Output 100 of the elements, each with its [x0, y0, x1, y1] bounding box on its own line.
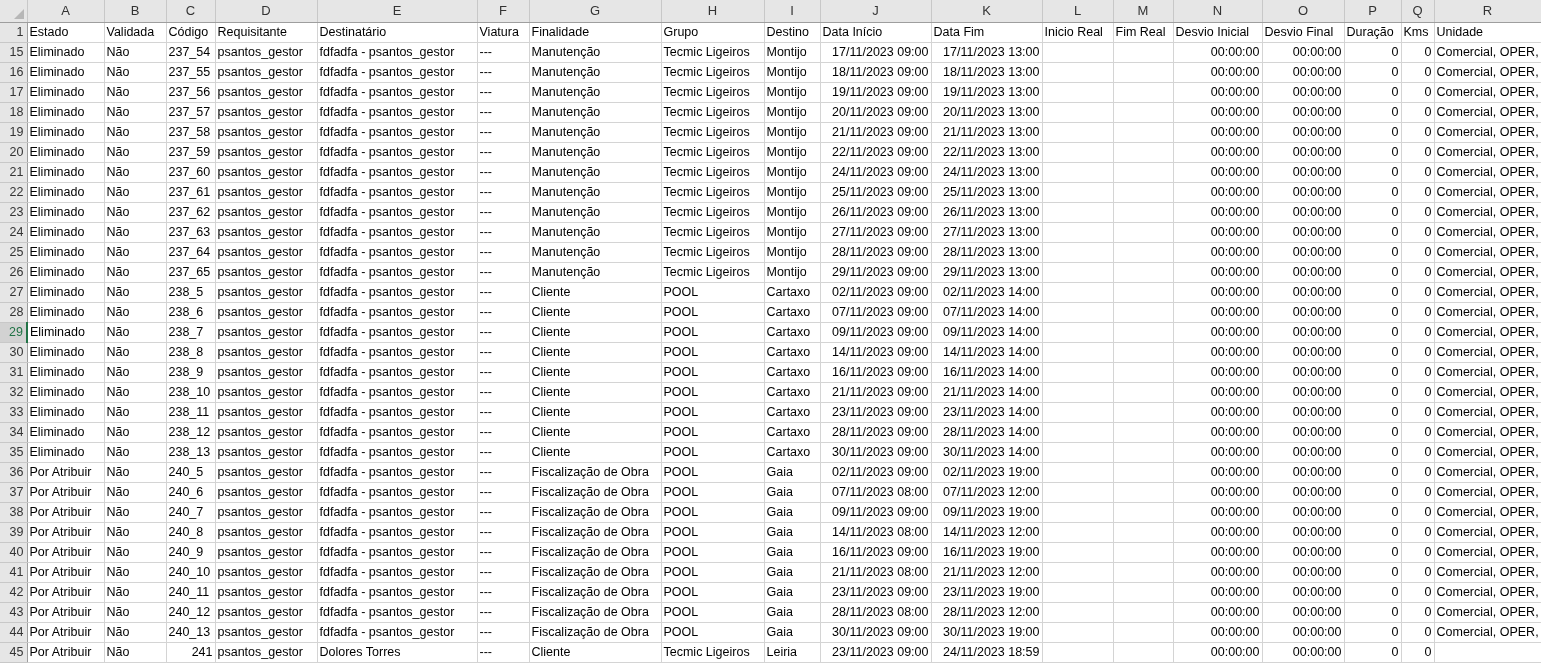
- column-header[interactable]: Q: [1401, 0, 1434, 22]
- table-cell[interactable]: psantos_gestor: [217, 205, 303, 219]
- table-cell[interactable]: 00:00:00: [1292, 145, 1342, 159]
- table-cell[interactable]: Não: [106, 605, 130, 619]
- table-cell[interactable]: 00:00:00: [1210, 445, 1260, 459]
- table-cell[interactable]: 00:00:00: [1210, 205, 1260, 219]
- table-cell[interactable]: fdfadfa - psantos_gestor: [319, 105, 455, 119]
- table-cell[interactable]: 00:00:00: [1292, 485, 1342, 499]
- table-cell[interactable]: 00:00:00: [1292, 125, 1342, 139]
- table-cell[interactable]: Cliente: [531, 365, 571, 379]
- table-cell[interactable]: 18/11/2023 09:00: [832, 65, 929, 79]
- column-header[interactable]: H: [661, 0, 764, 22]
- table-cell[interactable]: 0: [1424, 405, 1432, 419]
- table-cell[interactable]: 00:00:00: [1210, 285, 1260, 299]
- table-cell[interactable]: Tecmic Ligeiros: [663, 225, 750, 239]
- table-cell[interactable]: Tecmic Ligeiros: [663, 125, 750, 139]
- column-header[interactable]: E: [317, 0, 477, 22]
- table-cell[interactable]: Manutenção: [531, 225, 601, 239]
- column-title[interactable]: Desvio Inicial: [1175, 25, 1250, 39]
- table-cell[interactable]: 23/11/2023 14:00: [943, 405, 1040, 419]
- table-cell[interactable]: Não: [106, 305, 130, 319]
- table-cell[interactable]: 19/11/2023 13:00: [943, 85, 1040, 99]
- row-header[interactable]: 1: [0, 22, 27, 42]
- table-cell[interactable]: 0: [1424, 85, 1432, 99]
- table-cell[interactable]: 0: [1391, 545, 1399, 559]
- row-header[interactable]: 15: [0, 42, 27, 62]
- table-cell[interactable]: 00:00:00: [1292, 85, 1342, 99]
- row-header[interactable]: 36: [0, 462, 27, 482]
- table-cell[interactable]: Não: [106, 225, 130, 239]
- table-cell[interactable]: 23/11/2023 19:00: [943, 585, 1040, 599]
- table-cell[interactable]: Gaia: [766, 485, 793, 499]
- table-cell[interactable]: 0: [1424, 225, 1432, 239]
- table-cell[interactable]: 28/11/2023 09:00: [832, 425, 929, 439]
- table-cell[interactable]: psantos_gestor: [217, 625, 303, 639]
- table-cell[interactable]: 0: [1391, 245, 1399, 259]
- table-cell[interactable]: Gaia: [766, 605, 793, 619]
- table-cell[interactable]: Gaia: [766, 565, 793, 579]
- table-cell[interactable]: 28/11/2023 14:00: [943, 425, 1040, 439]
- table-cell[interactable]: psantos_gestor: [217, 565, 303, 579]
- table-cell[interactable]: Comercial, OPER,: [1436, 325, 1539, 339]
- table-cell[interactable]: ---: [479, 325, 492, 339]
- table-cell[interactable]: 0: [1391, 65, 1399, 79]
- table-cell[interactable]: fdfadfa - psantos_gestor: [319, 245, 455, 259]
- table-cell[interactable]: 0: [1424, 65, 1432, 79]
- table-cell[interactable]: 00:00:00: [1210, 325, 1260, 339]
- table-cell[interactable]: psantos_gestor: [217, 365, 303, 379]
- table-cell[interactable]: Por Atribuir: [29, 645, 92, 659]
- table-cell[interactable]: 23/11/2023 09:00: [832, 645, 929, 659]
- table-cell[interactable]: Manutenção: [531, 105, 601, 119]
- column-title[interactable]: Duração: [1346, 25, 1394, 39]
- table-cell[interactable]: 29/11/2023 13:00: [943, 265, 1040, 279]
- table-cell[interactable]: Cliente: [531, 345, 571, 359]
- table-cell[interactable]: fdfadfa - psantos_gestor: [319, 265, 455, 279]
- table-cell[interactable]: Não: [106, 465, 130, 479]
- table-cell[interactable]: Não: [106, 185, 130, 199]
- table-cell[interactable]: psantos_gestor: [217, 425, 303, 439]
- table-cell[interactable]: Não: [106, 625, 130, 639]
- table-cell[interactable]: Cartaxo: [766, 325, 811, 339]
- table-cell[interactable]: fdfadfa - psantos_gestor: [319, 285, 455, 299]
- table-cell[interactable]: ---: [479, 345, 492, 359]
- column-title[interactable]: Requisitante: [217, 25, 287, 39]
- table-cell[interactable]: 00:00:00: [1292, 385, 1342, 399]
- table-cell[interactable]: 27/11/2023 09:00: [832, 225, 929, 239]
- table-cell[interactable]: 00:00:00: [1210, 385, 1260, 399]
- table-cell[interactable]: psantos_gestor: [217, 265, 303, 279]
- row-header[interactable]: 20: [0, 142, 27, 162]
- table-cell[interactable]: 00:00:00: [1210, 545, 1260, 559]
- column-title[interactable]: Finalidade: [531, 25, 590, 39]
- table-cell[interactable]: ---: [479, 485, 492, 499]
- table-cell[interactable]: 07/11/2023 14:00: [943, 305, 1040, 319]
- table-cell[interactable]: Manutenção: [531, 65, 601, 79]
- table-cell[interactable]: ---: [479, 225, 492, 239]
- table-cell[interactable]: 00:00:00: [1210, 625, 1260, 639]
- table-cell[interactable]: 238_13: [168, 445, 211, 459]
- table-cell[interactable]: 237_65: [168, 265, 211, 279]
- table-cell[interactable]: Eliminado: [29, 385, 85, 399]
- table-cell[interactable]: ---: [479, 545, 492, 559]
- table-cell[interactable]: 0: [1391, 265, 1399, 279]
- table-cell[interactable]: Gaia: [766, 465, 793, 479]
- table-cell[interactable]: Comercial, OPER,: [1436, 65, 1539, 79]
- table-cell[interactable]: Montijo: [766, 185, 807, 199]
- table-cell[interactable]: Comercial, OPER,: [1436, 105, 1539, 119]
- table-cell[interactable]: 24/11/2023 13:00: [943, 165, 1040, 179]
- table-cell[interactable]: 30/11/2023 19:00: [943, 625, 1040, 639]
- select-all-icon[interactable]: [13, 8, 24, 19]
- table-cell[interactable]: Não: [106, 65, 130, 79]
- table-cell[interactable]: 0: [1391, 45, 1399, 59]
- table-cell[interactable]: Comercial, OPER,: [1436, 585, 1539, 599]
- row-header[interactable]: 35: [0, 442, 27, 462]
- table-cell[interactable]: 30/11/2023 09:00: [832, 625, 929, 639]
- column-title[interactable]: Viatura: [479, 25, 519, 39]
- table-cell[interactable]: fdfadfa - psantos_gestor: [319, 485, 455, 499]
- table-cell[interactable]: Por Atribuir: [29, 605, 92, 619]
- table-cell[interactable]: fdfadfa - psantos_gestor: [319, 325, 455, 339]
- column-header[interactable]: C: [166, 0, 215, 22]
- table-cell[interactable]: POOL: [663, 525, 699, 539]
- column-header[interactable]: I: [764, 0, 820, 22]
- table-cell[interactable]: 0: [1391, 225, 1399, 239]
- table-cell[interactable]: Não: [106, 285, 130, 299]
- table-cell[interactable]: psantos_gestor: [217, 305, 303, 319]
